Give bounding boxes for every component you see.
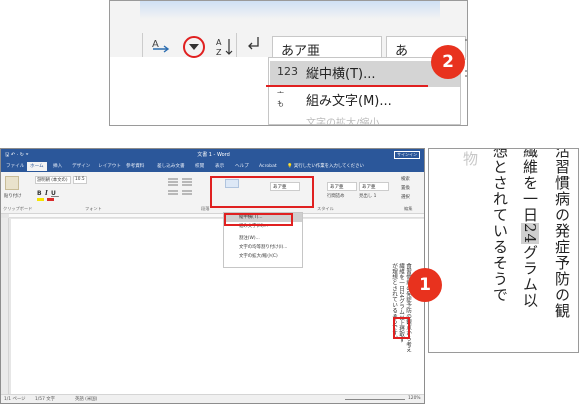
vertical-ruler <box>1 218 9 394</box>
paragraph-mark-icon[interactable] <box>244 34 264 56</box>
zoom-level[interactable]: 120% <box>408 396 421 401</box>
red-underline-annotation <box>266 85 428 87</box>
document-page[interactable] <box>11 219 424 394</box>
style-heading1[interactable]: あア亜 <box>359 182 389 191</box>
svg-text:も: も <box>277 100 284 107</box>
dropdown-highlight-box <box>224 213 293 226</box>
separator <box>142 33 143 57</box>
group-label-editing: 編集 <box>404 206 413 211</box>
select-button[interactable]: 選択 <box>401 194 410 200</box>
paste-icon[interactable] <box>5 176 19 190</box>
svg-text:A: A <box>216 38 222 47</box>
dropdown-item-4-label[interactable]: 文字の均等割り付け(I)... <box>239 244 287 250</box>
replace-button[interactable]: 置換 <box>401 185 410 191</box>
dropdown-item-5-label[interactable]: 文字の拡大/縮小(C) <box>239 253 278 259</box>
sort-icon[interactable]: AZ <box>216 36 236 61</box>
tab-file[interactable]: ファイル <box>3 162 27 171</box>
sign-in-button[interactable]: サインイン <box>394 151 420 159</box>
window-title: 文書 1 - Word <box>197 152 230 158</box>
tab-review[interactable]: 校閲 <box>192 162 207 171</box>
zoom-text-column-2-pre: 繊維を一日 <box>521 148 539 223</box>
step-badge-1: 1 <box>408 268 442 302</box>
group-label-font: フォント <box>85 206 102 211</box>
zoom-callout-dropdown: A AZ あア亜 あ 123 縦中横(T)... 亠も 組み文字(M)... 文… <box>109 0 468 126</box>
dropdown-item-3-label[interactable]: 割注(W)... <box>239 235 260 241</box>
group-label-paragraph: 段落 <box>201 206 210 211</box>
status-page[interactable]: 1/1 ページ <box>4 396 26 402</box>
tab-references[interactable]: 参考資料 <box>123 162 147 171</box>
tab-mailings[interactable]: 差し込み文書 <box>154 162 188 171</box>
word-window: 🖫 ↶ · ↻ ⏷ 文書 1 - Word サインイン ファイル ホーム 挿入 … <box>0 148 425 404</box>
tab-acrobat[interactable]: Acrobat <box>256 162 280 171</box>
find-button[interactable]: 検索 <box>401 176 410 182</box>
paste-button-label[interactable]: 貼り付け <box>4 193 22 199</box>
text-direction-icon[interactable]: A <box>150 34 170 56</box>
menu-item-kumimoji-label[interactable]: 組み文字(M)... <box>306 90 392 109</box>
ribbon-highlight <box>140 1 440 19</box>
tate-chu-yoko-icon: 123 <box>277 65 298 78</box>
asian-layout-dropdown-arrow-icon[interactable] <box>189 44 199 50</box>
style-no-spacing[interactable]: あア亜 <box>327 182 357 191</box>
status-word-count[interactable]: 1/57 文字 <box>35 396 55 402</box>
svg-text:Z: Z <box>216 48 222 57</box>
group-label-clipboard: クリップボード <box>3 206 33 211</box>
separator <box>236 33 237 57</box>
font-format-buttons[interactable]: BIU <box>37 189 117 205</box>
zoom-text-column-faded: 物 <box>461 151 479 167</box>
kumimoji-icon: 亠も <box>277 89 291 109</box>
svg-text:亠: 亠 <box>277 90 284 99</box>
font-size-box[interactable]: 10.5 <box>73 176 87 184</box>
horizontal-ruler <box>9 214 424 218</box>
tab-home[interactable]: ホーム <box>27 162 47 171</box>
menu-item-faded: 文字の拡大/縮小 <box>306 118 380 126</box>
ribbon-right-icons <box>465 34 467 97</box>
tab-view[interactable]: 表示 <box>212 162 227 171</box>
tate-chu-yoko-highlight: 24 <box>521 223 539 245</box>
zoom-slider[interactable] <box>345 399 405 400</box>
asian-layout-icon[interactable] <box>225 179 239 188</box>
zoom-callout-text: 活習慣病の発症予防の観 繊維を一日24グラム以 想とされているそうで 物 <box>428 148 579 353</box>
menu-item-tate-chu-yoko-label[interactable]: 縦中横(T)... <box>306 63 375 82</box>
tell-me-search[interactable]: 💡 実行したい作業を入力してください <box>287 162 364 171</box>
style-label-no-spacing: 行間詰め <box>327 194 345 199</box>
svg-text:U: U <box>51 190 59 197</box>
step-badge-2: 2 <box>431 45 465 79</box>
zoom-text-column-3: 想とされているそうで <box>491 148 509 303</box>
svg-text:B: B <box>37 190 45 197</box>
group-label-styles: スタイル <box>317 206 334 211</box>
tab-design[interactable]: デザイン <box>69 162 93 171</box>
zoom-text-column-1: 活習慣病の発症予防の観 <box>553 148 571 319</box>
tab-help[interactable]: ヘルプ <box>232 162 252 171</box>
font-name-box[interactable]: 游明朝 (本文の) <box>35 176 71 184</box>
tab-insert[interactable]: 挿入 <box>50 162 65 171</box>
zoom-text-column-2: 繊維を一日24グラム以 <box>519 148 541 309</box>
svg-text:I: I <box>44 190 51 197</box>
doc-highlight-box <box>393 317 410 339</box>
tab-layout[interactable]: レイアウト <box>95 162 124 171</box>
status-language[interactable]: 英語 (米国) <box>75 396 97 402</box>
zoom-text-column-2-post: グラム以 <box>521 244 539 309</box>
style-normal[interactable]: あア亜 <box>270 182 300 191</box>
style-label-heading1: 見出し 1 <box>359 194 377 199</box>
paragraph-group-icons[interactable] <box>166 176 204 200</box>
